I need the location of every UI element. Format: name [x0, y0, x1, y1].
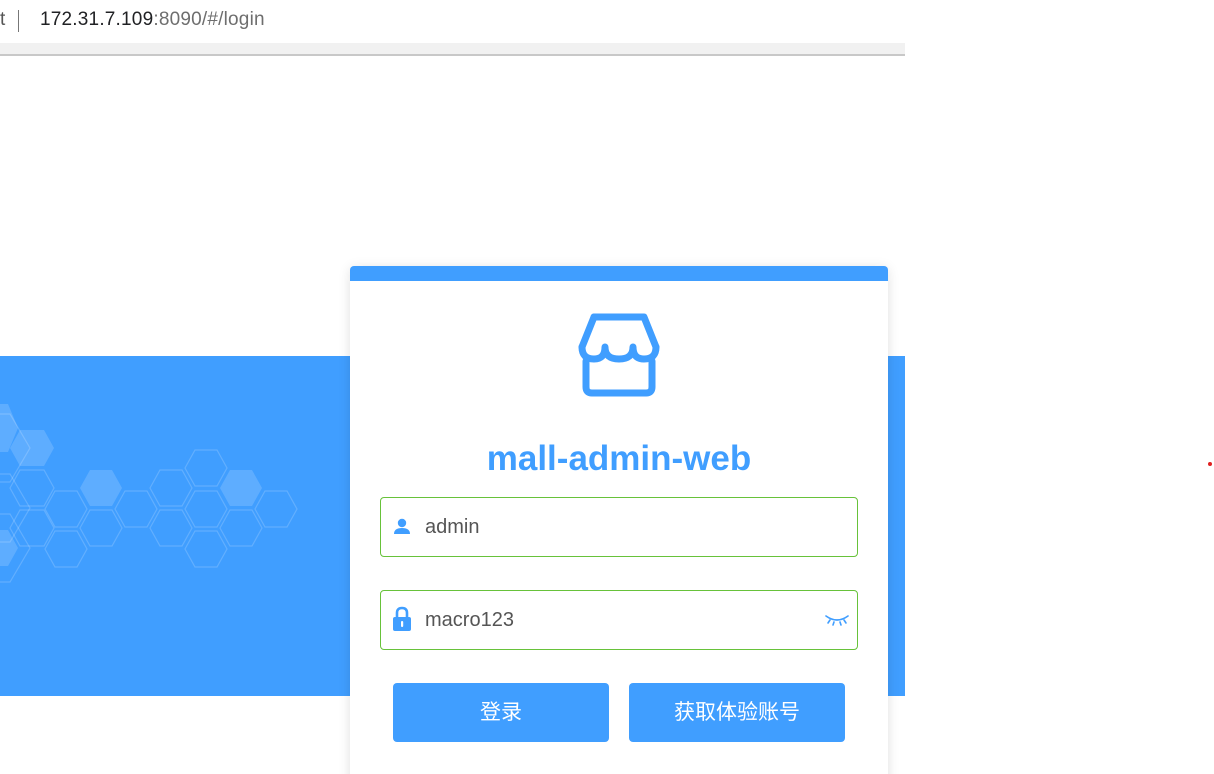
page: t 172.31.7.109:8090/#/login mall-admin-w… — [0, 0, 1214, 774]
user-icon — [394, 518, 410, 534]
password-field[interactable] — [380, 590, 858, 650]
lock-icon — [393, 606, 411, 631]
username-input[interactable] — [425, 510, 815, 544]
toolbar-strip — [0, 43, 905, 56]
red-indicator-dot — [1208, 462, 1212, 466]
username-field[interactable] — [380, 497, 858, 557]
shop-logo-icon — [578, 313, 660, 397]
hexagon-pattern — [0, 404, 298, 583]
password-input[interactable] — [425, 603, 815, 637]
url-path: :8090/#/login — [153, 9, 265, 30]
browser-chrome: t 172.31.7.109:8090/#/login — [0, 0, 905, 56]
login-title: mall-admin-web — [486, 439, 752, 478]
eye-closed-icon[interactable] — [825, 611, 849, 629]
get-trial-account-button[interactable]: 获取体验账号 — [629, 683, 845, 742]
url-host: 172.31.7.109 — [40, 9, 154, 30]
address-bar-url[interactable]: 172.31.7.109:8090/#/login — [40, 9, 265, 31]
login-button[interactable]: 登录 — [393, 683, 609, 742]
address-bar-separator — [18, 10, 19, 32]
address-bar-edge-glyph: t — [0, 9, 6, 30]
login-card: mall-admin-web admin macro123 登录 获取体验账号 — [350, 266, 888, 774]
